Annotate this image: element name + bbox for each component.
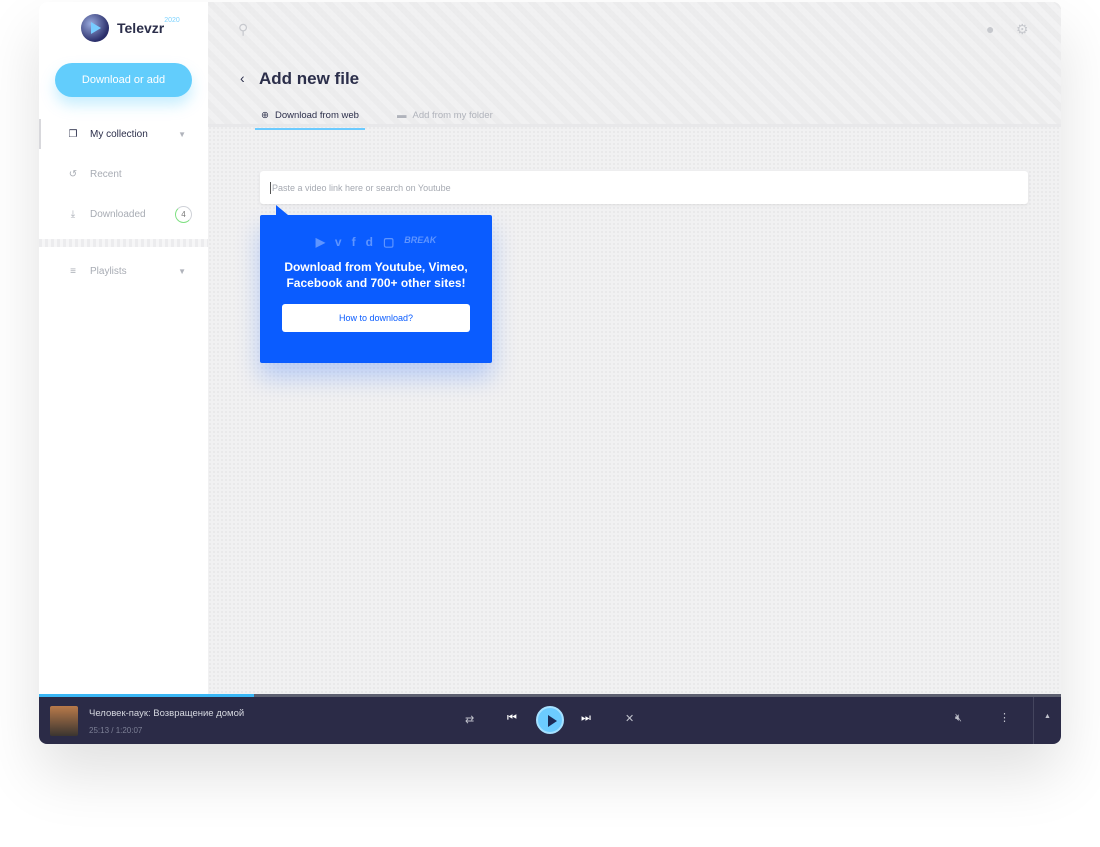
download-icon: ⤓ — [70, 208, 76, 220]
account-icon[interactable]: ● — [986, 21, 994, 37]
search-placeholder: Paste a video link here or search on You… — [272, 182, 451, 193]
previous-icon[interactable]: ⏮ — [507, 712, 517, 725]
app-window: ⚲ ● ⚙ ‹ Add new file ⊕ Download from web … — [39, 2, 1061, 744]
search-icon[interactable]: ⚲ — [238, 21, 248, 38]
app-year: 2020 — [164, 16, 180, 24]
logo: Televzr 2020 — [81, 14, 180, 42]
app-name: Televzr — [117, 20, 165, 36]
sidebar-item-downloaded[interactable]: ⤓ Downloaded 4 — [39, 199, 208, 229]
expand-icon[interactable]: ▲ — [1044, 713, 1051, 720]
vimeo-icon: v — [334, 235, 342, 249]
history-icon: ↺ — [68, 168, 78, 180]
mute-icon[interactable]: 🔇︎ — [955, 712, 962, 725]
dailymotion-icon: d — [365, 235, 373, 249]
playlist-icon: ≡ — [70, 265, 76, 277]
download-tip-popup: ▶ v f d ▢ BREAK Download from Youtube, V… — [260, 205, 492, 363]
repeat-icon[interactable]: ⇄ — [465, 713, 474, 726]
sidebar-item-my-collection[interactable]: ❐ My collection ▼ — [39, 119, 208, 149]
player-bar: Человек-паук: Возвращение домой 25:13 / … — [39, 697, 1061, 744]
facebook-icon: f — [351, 235, 356, 249]
tab-label: Add from my folder — [412, 110, 493, 121]
youtube-icon: ▶ — [315, 235, 325, 249]
track-thumbnail — [50, 706, 78, 736]
shuffle-icon[interactable]: ✕ — [625, 712, 634, 725]
winter-banner — [208, 2, 1061, 127]
logo-icon — [81, 14, 109, 42]
track-time: 25:13 / 1:20:07 — [89, 726, 143, 735]
label: Playlists — [90, 265, 127, 277]
next-icon[interactable]: ⏭ — [581, 712, 591, 725]
download-or-add-button[interactable]: Download or add — [55, 63, 192, 97]
label: My collection — [90, 128, 148, 140]
back-icon[interactable]: ‹ — [240, 70, 245, 86]
sidebar-item-playlists[interactable]: ≡ Playlists ▼ — [39, 256, 208, 286]
divider — [1033, 697, 1034, 744]
how-to-download-button[interactable]: How to download? — [282, 304, 470, 332]
tab-label: Download from web — [274, 110, 359, 121]
twitch-icon: ▢ — [382, 235, 395, 249]
label: Recent — [90, 168, 122, 180]
tab-add-from-folder[interactable]: ▬ Add from my folder — [397, 110, 493, 121]
main-area: ⚲ ● ⚙ ‹ Add new file ⊕ Download from web … — [208, 2, 1061, 694]
track-title: Человек-паук: Возвращение домой — [89, 708, 245, 719]
sidebar-item-recent[interactable]: ↺ Recent — [39, 159, 208, 189]
popup-text: Download from Youtube, Vimeo, Facebook a… — [284, 260, 468, 290]
gear-icon[interactable]: ⚙ — [1016, 21, 1029, 38]
collection-icon: ❐ — [68, 128, 78, 140]
downloaded-count-badge: 4 — [175, 205, 192, 223]
globe-icon: ⊕ — [261, 110, 269, 121]
label: Downloaded — [90, 208, 146, 220]
divider — [39, 239, 208, 247]
play-button[interactable] — [536, 706, 564, 734]
chevron-down-icon[interactable]: ▼ — [178, 267, 186, 276]
search-input[interactable]: Paste a video link here or search on You… — [260, 171, 1028, 204]
tab-download-from-web[interactable]: ⊕ Download from web — [255, 110, 365, 130]
break-icon: BREAK — [404, 235, 437, 245]
folder-icon: ▬ — [397, 110, 407, 121]
more-icon[interactable]: ⋮ — [999, 711, 1010, 724]
sidebar: Televzr 2020 Download or add ❐ My collecti… — [39, 2, 208, 694]
page-title: Add new file — [259, 69, 360, 88]
chevron-down-icon[interactable]: ▼ — [178, 130, 186, 139]
